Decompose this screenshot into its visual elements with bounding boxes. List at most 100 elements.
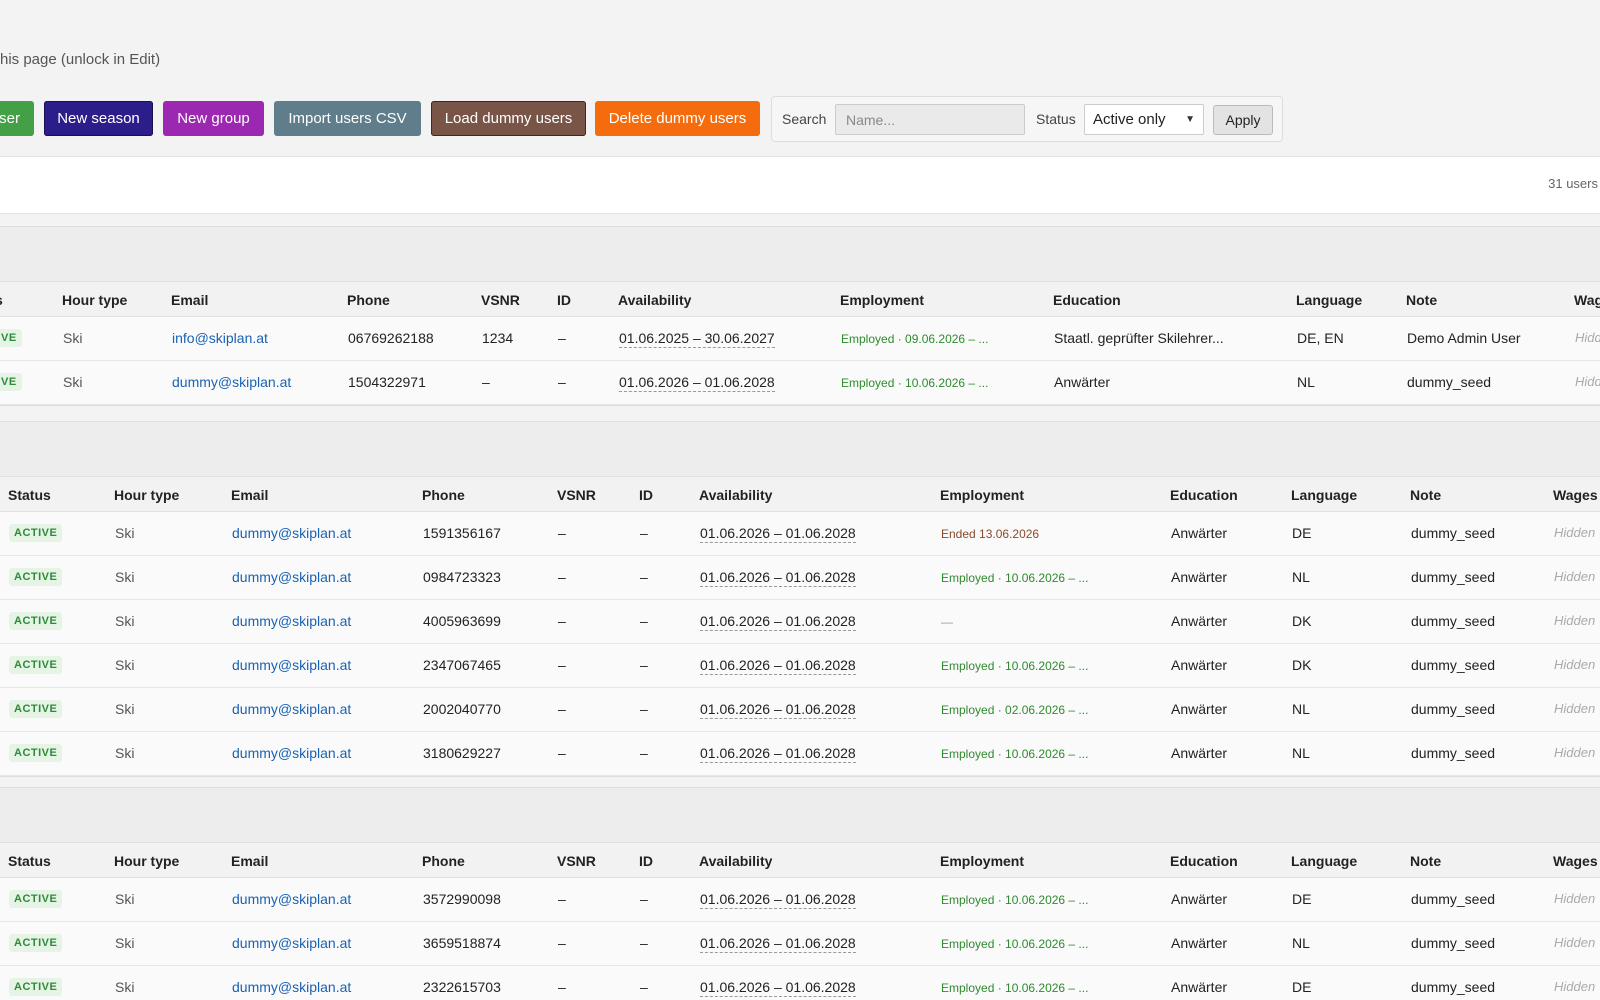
table-row[interactable]: ACTIVE Ski dummy@skiplan.at 2322615703 – – 01.… — [0, 966, 1600, 1000]
column-header-wages[interactable]: Wag — [1574, 292, 1600, 308]
column-header-wages[interactable]: Wages — [1553, 487, 1598, 503]
email-link[interactable]: dummy@skiplan.at — [232, 701, 351, 717]
column-header-vsnr[interactable]: VSNR — [557, 487, 596, 503]
table-row[interactable]: ACTIVE Ski dummy@skiplan.at 2347067465 – – 01.… — [0, 644, 1600, 688]
column-header-availability[interactable]: Availability — [699, 853, 772, 869]
table-row[interactable]: ACTIVE Ski dummy@skiplan.at 1591356167 – – 01.… — [0, 512, 1600, 556]
search-input[interactable] — [835, 104, 1025, 135]
column-header-education[interactable]: Education — [1053, 292, 1121, 308]
column-header-status[interactable]: Status — [8, 487, 51, 503]
column-header-availability[interactable]: Availability — [618, 292, 691, 308]
cell-availability[interactable]: 01.06.2026 – 01.06.2028 — [700, 745, 856, 763]
cell-employment: Employed · 10.06.2026 – ... — [841, 376, 989, 390]
cell-employment: Employed · 10.06.2026 – ... — [941, 937, 1089, 951]
column-header-availability[interactable]: Availability — [699, 487, 772, 503]
column-header-phone[interactable]: Phone — [422, 487, 465, 503]
new-group-button[interactable]: New group — [163, 101, 264, 136]
cell-availability[interactable]: 01.06.2026 – 01.06.2028 — [700, 657, 856, 675]
table-row[interactable]: ACTIVE Ski dummy@skiplan.at 0984723323 – – 01.… — [0, 556, 1600, 600]
column-header-id[interactable]: ID — [639, 487, 653, 503]
column-header-language[interactable]: Language — [1296, 292, 1362, 308]
status-badge: VE — [0, 373, 22, 391]
table-header: Status Hour type Email Phone VSNR ID Availabil… — [0, 476, 1600, 512]
column-header-phone[interactable]: Phone — [347, 292, 390, 308]
column-header-id[interactable]: ID — [557, 292, 571, 308]
user-group: s Hour type Email Phone VSNR ID Availability Em… — [0, 226, 1600, 423]
cell-education: Anwärter — [1171, 657, 1228, 673]
email-link[interactable]: dummy@skiplan.at — [232, 525, 351, 541]
email-link[interactable]: dummy@skiplan.at — [232, 891, 351, 907]
email-link[interactable]: dummy@skiplan.at — [232, 745, 351, 761]
cell-availability[interactable]: 01.06.2025 – 30.06.2027 — [619, 330, 775, 348]
cell-wages: Hidden — [1554, 613, 1596, 628]
column-header-employment[interactable]: Employment — [940, 487, 1024, 503]
cell-availability[interactable]: 01.06.2026 – 01.06.2028 — [700, 613, 856, 631]
column-header-vsnr[interactable]: VSNR — [557, 853, 596, 869]
column-header-email[interactable]: Email — [231, 487, 268, 503]
cell-employment: Employed · 10.06.2026 – ... — [941, 659, 1089, 673]
column-header-wages[interactable]: Wages — [1553, 853, 1598, 869]
delete-dummy-users-button[interactable]: Delete dummy users — [595, 101, 760, 136]
column-header-hour-type[interactable]: Hour type — [114, 487, 179, 503]
column-header-employment[interactable]: Employment — [840, 292, 924, 308]
email-link[interactable]: dummy@skiplan.at — [172, 374, 291, 390]
table-header: s Hour type Email Phone VSNR ID Availability Em… — [0, 281, 1600, 317]
column-header-language[interactable]: Language — [1291, 487, 1357, 503]
lock-hint: his page (unlock in Edit) — [0, 51, 161, 68]
email-link[interactable]: dummy@skiplan.at — [232, 979, 351, 995]
column-header-email[interactable]: Email — [231, 853, 268, 869]
table-row[interactable]: ACTIVE Ski dummy@skiplan.at 2002040770 – – 01.… — [0, 688, 1600, 732]
column-header-note[interactable]: Note — [1410, 853, 1441, 869]
table-row[interactable]: ACTIVE Ski dummy@skiplan.at 3180629227 – – 01.… — [0, 732, 1600, 776]
status-label: Status — [1036, 111, 1076, 127]
cell-availability[interactable]: 01.06.2026 – 01.06.2028 — [700, 979, 856, 997]
cell-availability[interactable]: 01.06.2026 – 01.06.2028 — [700, 891, 856, 909]
status-select[interactable]: Active only ▼ — [1084, 104, 1204, 135]
load-dummy-users-button[interactable]: Load dummy users — [431, 101, 586, 136]
table-row[interactable]: ACTIVE Ski dummy@skiplan.at 3659518874 – – 01.… — [0, 922, 1600, 966]
cell-language: DE — [1292, 525, 1312, 541]
column-header-email[interactable]: Email — [171, 292, 208, 308]
new-season-button[interactable]: New season — [44, 101, 153, 136]
cell-availability[interactable]: 01.06.2026 – 01.06.2028 — [700, 525, 856, 543]
email-link[interactable]: dummy@skiplan.at — [232, 569, 351, 585]
cell-vsnr: – — [558, 701, 566, 717]
cell-phone: 3180629227 — [423, 745, 501, 761]
new-user-button[interactable]: ser — [0, 101, 34, 136]
column-header-education[interactable]: Education — [1170, 487, 1238, 503]
filter-form: Search Status Active only ▼ Apply — [771, 96, 1283, 142]
table-row[interactable]: VE Ski dummy@skiplan.at 1504322971 – – 01.06.2… — [0, 361, 1600, 405]
column-header-id[interactable]: ID — [639, 853, 653, 869]
cell-availability[interactable]: 01.06.2026 – 01.06.2028 — [619, 374, 775, 392]
column-header-status[interactable]: s — [0, 292, 3, 308]
column-header-hour-type[interactable]: Hour type — [114, 853, 179, 869]
column-header-note[interactable]: Note — [1410, 487, 1441, 503]
cell-note: dummy_seed — [1411, 701, 1496, 717]
email-link[interactable]: dummy@skiplan.at — [232, 657, 351, 673]
cell-note: dummy_seed — [1411, 525, 1496, 541]
email-link[interactable]: info@skiplan.at — [172, 330, 268, 346]
table-row[interactable]: ACTIVE Ski dummy@skiplan.at 4005963699 – – 01.… — [0, 600, 1600, 644]
import-users-csv-button[interactable]: Import users CSV — [274, 101, 421, 136]
column-header-phone[interactable]: Phone — [422, 853, 465, 869]
email-link[interactable]: dummy@skiplan.at — [232, 935, 351, 951]
email-link[interactable]: dummy@skiplan.at — [232, 613, 351, 629]
cell-employment: Employed · 10.06.2026 – ... — [941, 981, 1089, 995]
cell-availability[interactable]: 01.06.2026 – 01.06.2028 — [700, 569, 856, 587]
cell-id: – — [640, 935, 648, 951]
cell-wages: Hidden — [1554, 701, 1596, 716]
cell-availability[interactable]: 01.06.2026 – 01.06.2028 — [700, 701, 856, 719]
column-header-hour-type[interactable]: Hour type — [62, 292, 127, 308]
column-header-education[interactable]: Education — [1170, 853, 1238, 869]
cell-phone: 4005963699 — [423, 613, 501, 629]
column-header-note[interactable]: Note — [1406, 292, 1437, 308]
column-header-employment[interactable]: Employment — [940, 853, 1024, 869]
cell-availability[interactable]: 01.06.2026 – 01.06.2028 — [700, 935, 856, 953]
table-row[interactable]: VE Ski info@skiplan.at 06769262188 1234 – 01.0… — [0, 317, 1600, 361]
column-header-status[interactable]: Status — [8, 853, 51, 869]
cell-language: NL — [1292, 745, 1310, 761]
apply-button[interactable]: Apply — [1213, 105, 1273, 135]
table-row[interactable]: ACTIVE Ski dummy@skiplan.at 3572990098 – – 01.… — [0, 878, 1600, 922]
column-header-vsnr[interactable]: VSNR — [481, 292, 520, 308]
column-header-language[interactable]: Language — [1291, 853, 1357, 869]
